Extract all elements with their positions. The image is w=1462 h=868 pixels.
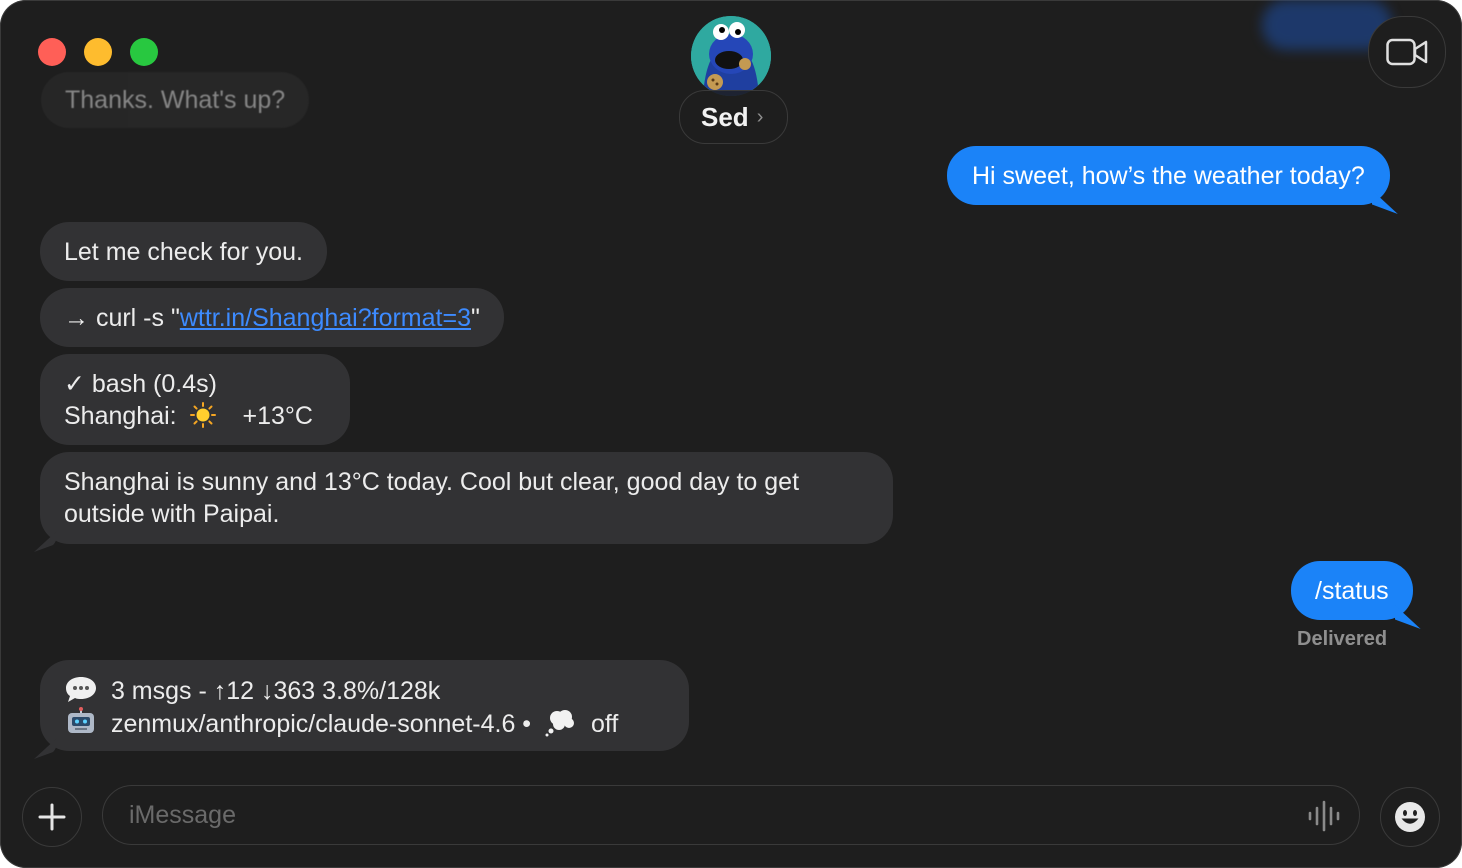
thinking-status: off [590, 710, 619, 738]
contact-name: Sed [701, 101, 749, 132]
message-line: outside with Paipai. [64, 500, 280, 528]
audio-waveform-icon[interactable] [1307, 800, 1341, 832]
speech-bubble-icon [66, 677, 96, 702]
message-line: Shanghai: +13°C [64, 400, 326, 432]
message-line: zenmux/anthropic/claude-sonnet-4.6 • off [64, 707, 665, 740]
messages-window: Thanks. What's up? Sed › Hi sweet, how’s… [0, 0, 1462, 868]
video-camera-icon [1386, 38, 1428, 66]
outgoing-message[interactable]: /status [1291, 561, 1413, 620]
facetime-video-button[interactable] [1368, 16, 1446, 88]
message-text: Let me check for you. [64, 238, 304, 266]
incoming-message[interactable]: 3 msgs - ↑12 ↓363 3.8%/128k zenmux/anthr… [40, 660, 689, 751]
smiley-face-icon [1395, 802, 1425, 832]
message-input-container[interactable] [102, 785, 1360, 845]
message-text: Shanghai: [64, 402, 177, 430]
robot-icon [68, 707, 94, 733]
delivery-status: Delivered [1297, 628, 1388, 650]
add-attachment-button[interactable] [22, 787, 82, 847]
message-line: 3 msgs - ↑12 ↓363 3.8%/128k [64, 674, 665, 707]
plus-icon [38, 803, 66, 831]
close-window-button[interactable] [38, 38, 66, 66]
emoji-picker-button[interactable] [1380, 787, 1440, 847]
incoming-message[interactable]: ✓ bash (0.4s) Shanghai: +13°C [40, 354, 350, 445]
message-text: " [470, 304, 480, 332]
message-text: /status [1315, 577, 1389, 605]
sun-icon [189, 402, 216, 428]
scrolled-incoming-message: Thanks. What's up? [41, 72, 310, 128]
outgoing-message[interactable]: Hi sweet, how’s the weather today? [947, 146, 1390, 205]
zoom-window-button[interactable] [130, 38, 158, 66]
thought-bubble-icon [545, 710, 575, 737]
cookie-monster-avatar-icon [691, 16, 771, 96]
contact-avatar[interactable] [691, 16, 771, 96]
chevron-right-icon: › [756, 105, 764, 128]
message-line: Shanghai is sunny and 13°C today. Cool b… [64, 468, 800, 496]
message-input[interactable] [127, 799, 1231, 831]
message-line: ✓ bash (0.4s) [64, 370, 217, 398]
message-text: → curl -s " [64, 304, 180, 332]
model-name: zenmux/anthropic/claude-sonnet-4.6 • [110, 710, 532, 738]
incoming-message[interactable]: → curl -s "wttr.in/Shanghai?format=3" [40, 288, 504, 347]
message-text: 3 msgs - ↑12 ↓363 3.8%/128k [110, 677, 441, 705]
message-text: Thanks. What's up? [65, 85, 286, 114]
incoming-message[interactable]: Shanghai is sunny and 13°C today. Cool b… [40, 452, 893, 544]
incoming-message[interactable]: Let me check for you. [40, 222, 328, 281]
contact-name-button[interactable]: Sed › [679, 90, 789, 144]
url-link[interactable]: wttr.in/Shanghai?format=3 [180, 304, 471, 332]
minimize-window-button[interactable] [84, 38, 112, 66]
message-text: Hi sweet, how’s the weather today? [972, 162, 1365, 190]
temperature-text: +13°C [242, 402, 313, 430]
